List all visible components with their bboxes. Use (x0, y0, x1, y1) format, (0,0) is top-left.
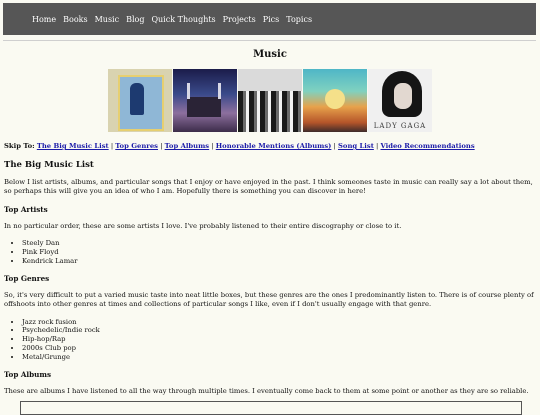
nav-topics[interactable]: Topics (286, 15, 312, 24)
list-item: Steely Dan (22, 239, 538, 248)
big-list-heading: The Big Music List (4, 159, 94, 170)
cover-chimney (187, 83, 190, 99)
cover-sky (238, 69, 302, 91)
cover-text: LADY GAGA (373, 122, 427, 130)
nav-projects[interactable]: Projects (223, 15, 256, 24)
cover-chimney (218, 83, 221, 99)
top-albums-heading: Top Albums (4, 369, 52, 379)
top-genres-text: So, it's very difficult to put a varied … (4, 290, 534, 309)
skip-top-genres[interactable]: Top Genres (115, 142, 158, 150)
nav-books[interactable]: Books (63, 15, 87, 24)
skip-video-recommendations[interactable]: Video Recommendations (380, 142, 474, 150)
main-nav: Home Books Music Blog Quick Thoughts Pro… (32, 3, 319, 35)
skip-song-list[interactable]: Song List (338, 142, 374, 150)
skip-big-music-list[interactable]: The Big Music List (37, 142, 109, 150)
top-genres-heading: Top Genres (4, 273, 50, 283)
header-divider (3, 40, 536, 41)
nav-quick-thoughts[interactable]: Quick Thoughts (151, 15, 215, 24)
album-cover-strip: LADY GAGA (108, 69, 432, 132)
lady-gaga-cover: LADY GAGA (368, 69, 432, 132)
skip-label: Skip To: (4, 142, 35, 150)
psychedelic-cover (303, 69, 367, 132)
list-item: Psychedelic/Indie rock (22, 326, 538, 335)
nav-music[interactable]: Music (95, 15, 120, 24)
album-table-top-edge (20, 401, 522, 415)
nav-blog[interactable]: Blog (126, 15, 144, 24)
list-item: Kendrick Lamar (22, 257, 538, 266)
list-item: Jazz rock fusion (22, 318, 538, 327)
top-artists-heading: Top Artists (4, 204, 48, 214)
skip-to-bar: Skip To: The Big Music List | Top Genres… (4, 142, 475, 150)
cover-face (394, 83, 412, 109)
top-artists-list: Steely Dan Pink Floyd Kendrick Lamar (4, 239, 538, 265)
list-item: Hip-hop/Rap (22, 335, 538, 344)
cover-figure (130, 83, 144, 115)
top-nav-bar: Home Books Music Blog Quick Thoughts Pro… (3, 3, 536, 35)
skip-top-albums[interactable]: Top Albums (165, 142, 210, 150)
main-content: Skip To: The Big Music List | Top Genres… (4, 142, 538, 404)
skip-honorable-mentions[interactable]: Honorable Mentions (Albums) (216, 142, 332, 150)
pink-floyd-cover (173, 69, 237, 132)
top-genres-list: Jazz rock fusion Psychedelic/Indie rock … (4, 318, 538, 362)
list-item: Metal/Grunge (22, 353, 538, 362)
top-artists-text: In no particular order, these are some a… (4, 221, 402, 230)
cover-crowd (238, 91, 302, 132)
cover-sun (325, 89, 345, 109)
top-albums-text: These are albums I have listened to all … (4, 386, 529, 395)
list-item: 2000s Club pop (22, 344, 538, 353)
nav-home[interactable]: Home (32, 15, 56, 24)
kendrick-lamar-cover (238, 69, 302, 132)
cover-building (187, 97, 221, 117)
nav-pics[interactable]: Pics (263, 15, 280, 24)
steely-dan-cover (108, 69, 172, 132)
list-item: Pink Floyd (22, 248, 538, 257)
big-list-text: Below I list artists, albums, and partic… (4, 177, 533, 196)
page-title: Music (253, 49, 287, 60)
